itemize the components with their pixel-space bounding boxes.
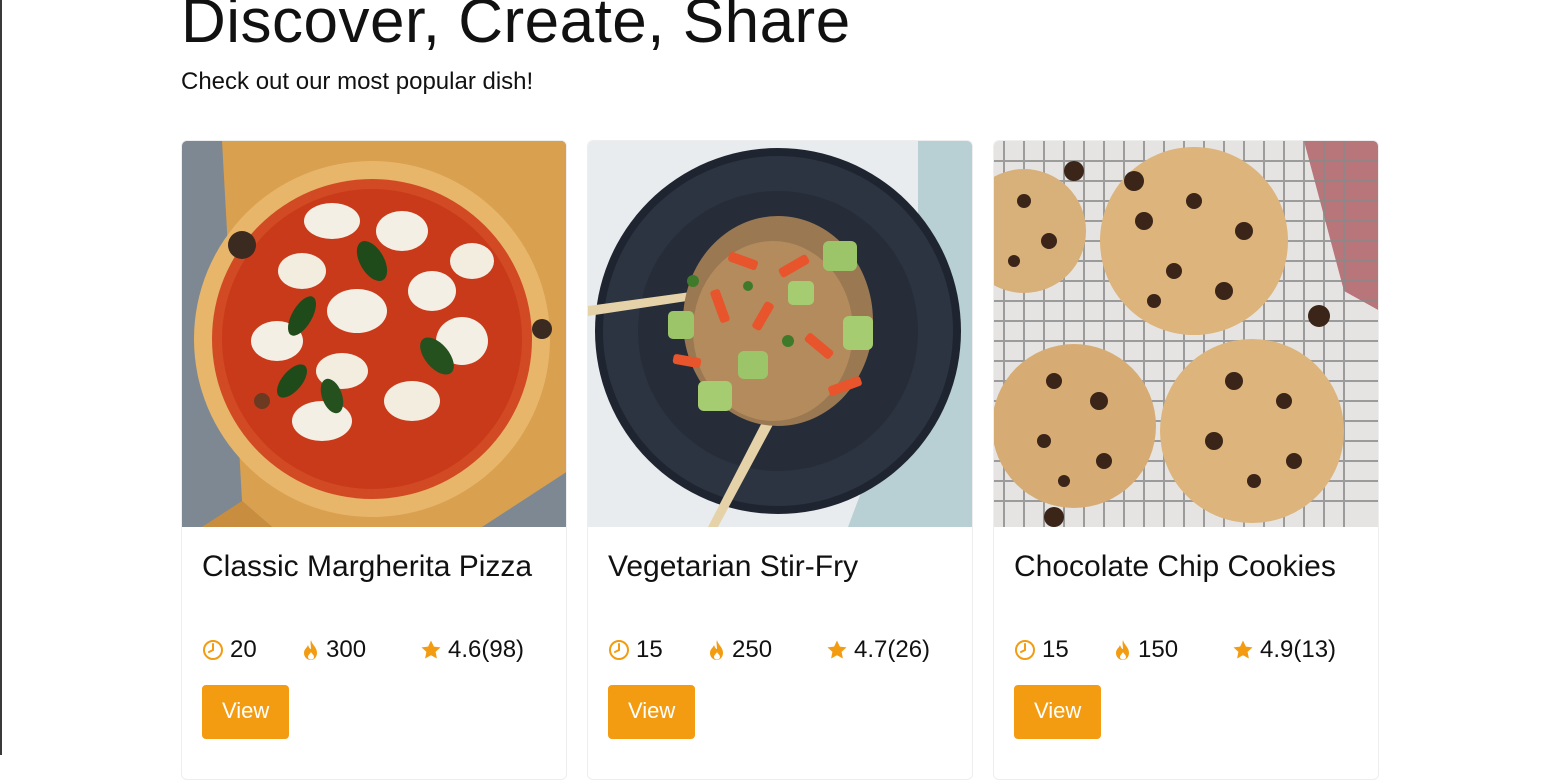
stir-fry-image[interactable] bbox=[588, 141, 972, 527]
recipe-stats: 20 300 4.6(98) bbox=[202, 635, 546, 665]
calories-value: 150 bbox=[1138, 636, 1179, 663]
cookies-image[interactable] bbox=[994, 141, 1378, 527]
clock-icon bbox=[202, 639, 224, 661]
calories-value: 250 bbox=[732, 636, 773, 663]
calories: 150 bbox=[1114, 636, 1232, 664]
star-icon bbox=[826, 639, 848, 661]
recipe-title[interactable]: Vegetarian Stir-Fry bbox=[608, 547, 952, 627]
clock-icon bbox=[608, 639, 630, 661]
calories-value: 300 bbox=[326, 636, 367, 663]
recipe-title[interactable]: Classic Margherita Pizza bbox=[202, 547, 546, 627]
recipe-card[interactable]: Chocolate Chip Cookies 15 150 4.9(13) Vi… bbox=[993, 140, 1379, 780]
recipe-card[interactable]: Vegetarian Stir-Fry 15 250 4.7(26) View bbox=[587, 140, 973, 780]
recipe-stats: 15 150 4.9(13) bbox=[1014, 635, 1358, 665]
rating: 4.7(26) bbox=[826, 636, 930, 664]
clock-icon bbox=[1014, 639, 1036, 661]
flame-icon bbox=[708, 639, 726, 661]
cook-time-value: 15 bbox=[636, 636, 663, 663]
flame-icon bbox=[1114, 639, 1132, 661]
recipe-card[interactable]: Classic Margherita Pizza 20 300 4.6(98) … bbox=[181, 140, 567, 780]
card-body: Vegetarian Stir-Fry 15 250 4.7(26) View bbox=[588, 527, 972, 739]
cook-time: 15 bbox=[1014, 636, 1114, 664]
star-icon bbox=[420, 639, 442, 661]
calories: 300 bbox=[302, 636, 420, 664]
hero-title: Discover, Create, Share bbox=[181, 0, 851, 56]
flame-icon bbox=[302, 639, 320, 661]
view-button[interactable]: View bbox=[608, 685, 696, 739]
calories: 250 bbox=[708, 636, 826, 664]
rating-value: 4.9(13) bbox=[1260, 636, 1337, 663]
view-button[interactable]: View bbox=[1014, 685, 1102, 739]
pizza-image[interactable] bbox=[182, 141, 566, 527]
recipe-card-list: Classic Margherita Pizza 20 300 4.6(98) … bbox=[181, 140, 1379, 780]
rating-value: 4.6(98) bbox=[448, 636, 525, 663]
cook-time-value: 15 bbox=[1042, 636, 1069, 663]
card-body: Chocolate Chip Cookies 15 150 4.9(13) Vi… bbox=[994, 527, 1378, 739]
rating: 4.6(98) bbox=[420, 636, 524, 664]
cook-time: 15 bbox=[608, 636, 708, 664]
hero-subtitle: Check out our most popular dish! bbox=[181, 68, 534, 95]
cook-time: 20 bbox=[202, 636, 302, 664]
window-edge bbox=[0, 0, 2, 755]
recipe-stats: 15 250 4.7(26) bbox=[608, 635, 952, 665]
view-button[interactable]: View bbox=[202, 685, 290, 739]
rating-value: 4.7(26) bbox=[854, 636, 931, 663]
recipe-title[interactable]: Chocolate Chip Cookies bbox=[1014, 547, 1358, 627]
rating: 4.9(13) bbox=[1232, 636, 1336, 664]
cook-time-value: 20 bbox=[230, 636, 257, 663]
card-body: Classic Margherita Pizza 20 300 4.6(98) … bbox=[182, 527, 566, 739]
star-icon bbox=[1232, 639, 1254, 661]
